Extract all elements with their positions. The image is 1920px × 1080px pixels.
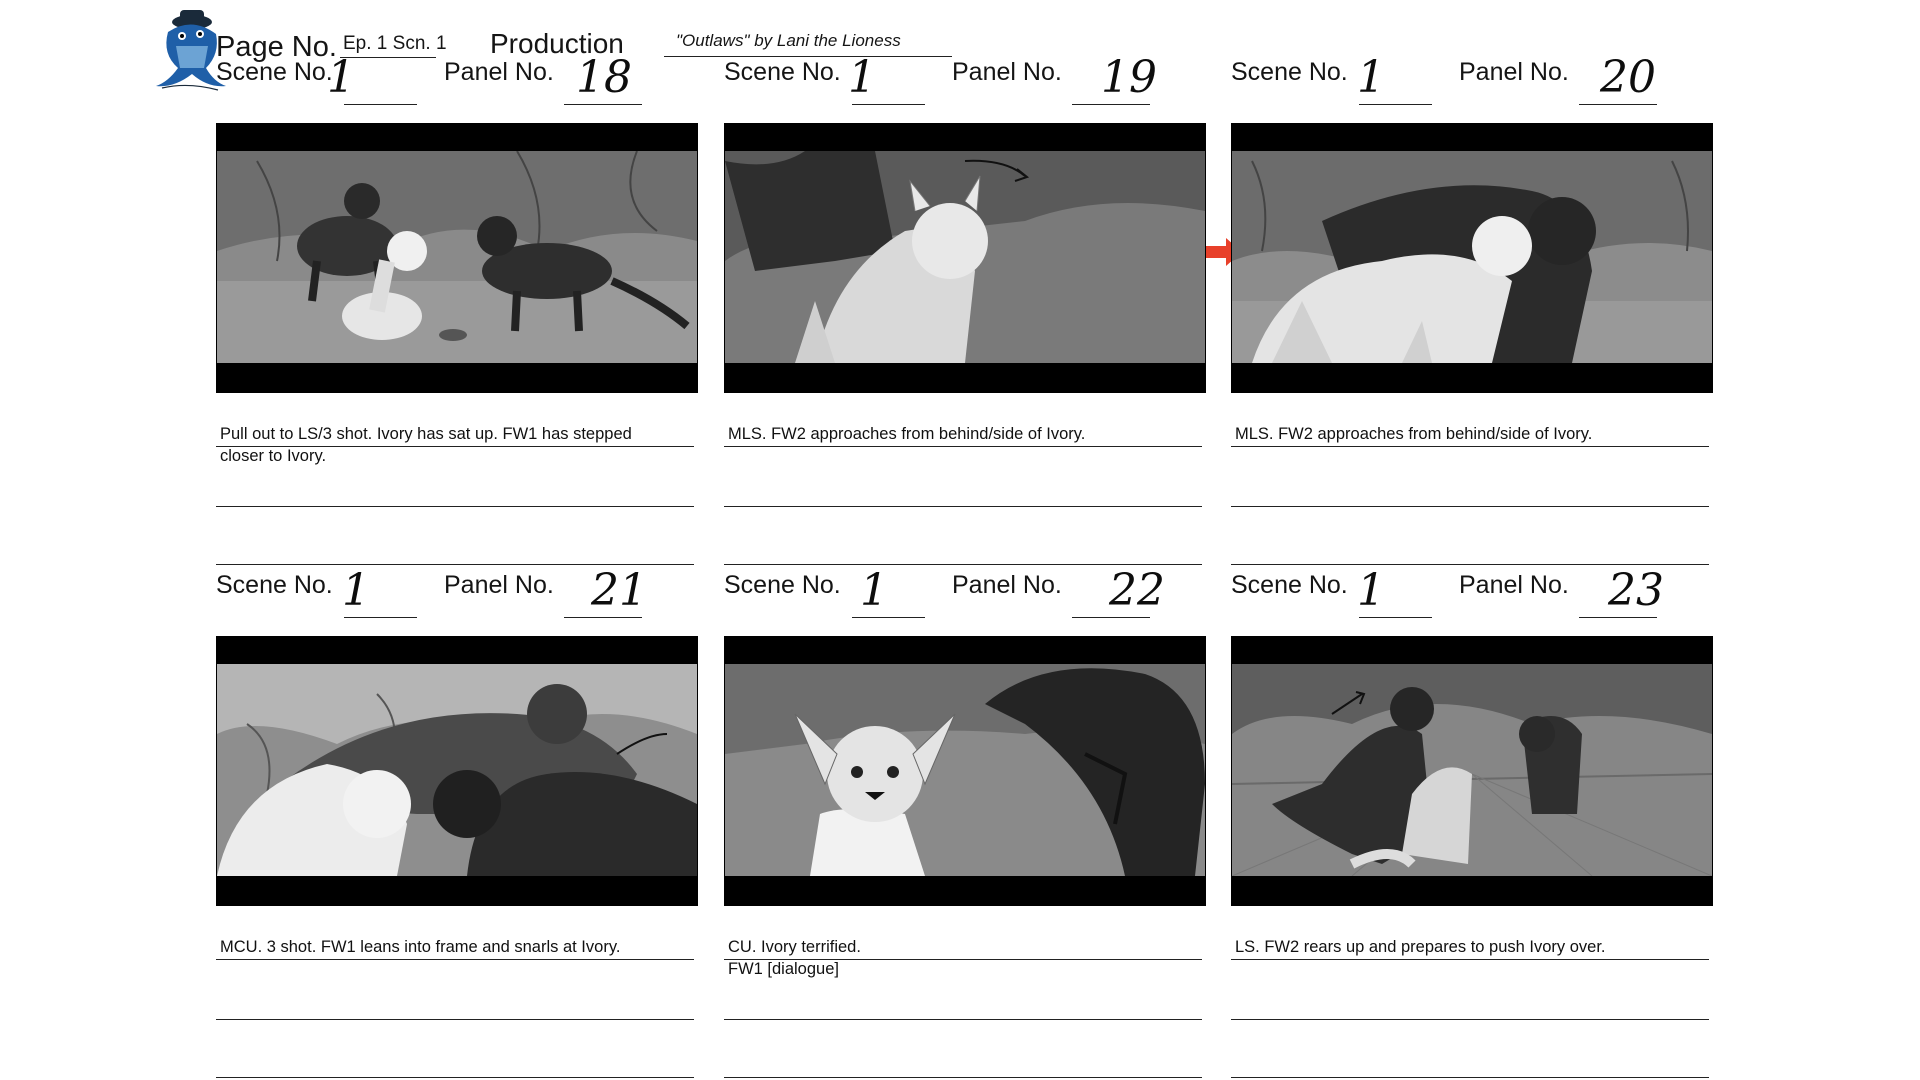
panel-frame xyxy=(216,636,698,906)
scene-no-label: Scene No. xyxy=(1231,58,1348,86)
panel-no-underline xyxy=(1579,617,1657,618)
panel-no-value: 22 xyxy=(1109,565,1165,616)
scene-no-label: Scene No. xyxy=(216,571,333,599)
description-line-1: CU. Ivory terrified. xyxy=(728,938,861,956)
panel-frame xyxy=(216,123,698,393)
description-rule xyxy=(1231,1077,1709,1078)
panel-frame xyxy=(1231,636,1713,906)
scene-no-label: Scene No. xyxy=(724,571,841,599)
panel-frame xyxy=(724,123,1206,393)
storyboard-panel: Scene No. 1 Panel No. 21 MCU. 3 shot. FW… xyxy=(216,513,700,1078)
panel-artwork xyxy=(725,664,1205,876)
description-line-1: MLS. FW2 approaches from behind/side of … xyxy=(1235,425,1593,443)
storyboard-panel: Scene No. 1 Panel No. 19 MLS. FW2 approa… xyxy=(724,0,1208,565)
description-line-1: LS. FW2 rears up and prepares to push Iv… xyxy=(1235,938,1606,956)
description-rule xyxy=(1231,959,1709,960)
panel-artwork xyxy=(1232,664,1712,876)
scene-no-value: 1 xyxy=(327,52,355,103)
description-rule xyxy=(1231,506,1709,507)
scene-no-underline xyxy=(344,617,417,618)
scene-no-underline xyxy=(344,104,417,105)
panel-no-value: 18 xyxy=(576,52,632,103)
panel-no-underline xyxy=(1072,104,1150,105)
description-rule xyxy=(216,1019,694,1020)
description-rule xyxy=(216,506,694,507)
scene-no-underline xyxy=(852,617,925,618)
description-rule xyxy=(216,1077,694,1078)
description-line-1: MCU. 3 shot. FW1 leans into frame and sn… xyxy=(220,938,621,956)
description-rule xyxy=(724,1019,1202,1020)
description-rule xyxy=(724,446,1202,447)
storyboard-panel: Scene No. 1 Panel No. 23 LS. FW2 rears u… xyxy=(1231,513,1715,1078)
storyboard-panel: Scene No. 1 Panel No. 20 MLS. FW2 approa… xyxy=(1231,0,1715,565)
panel-description: MCU. 3 shot. FW1 leans into frame and sn… xyxy=(220,936,690,958)
scene-no-value: 1 xyxy=(342,565,370,616)
description-line-2: closer to Ivory. xyxy=(220,447,327,465)
panel-no-underline xyxy=(1072,617,1150,618)
description-rule xyxy=(724,1077,1202,1078)
panel-frame xyxy=(1231,123,1713,393)
panel-description: LS. FW2 rears up and prepares to push Iv… xyxy=(1235,936,1705,958)
panel-artwork xyxy=(217,664,697,876)
scene-no-underline xyxy=(852,104,925,105)
panel-description: CU. Ivory terrified. FW1 [dialogue] xyxy=(728,936,1198,980)
description-line-1: MLS. FW2 approaches from behind/side of … xyxy=(728,425,1086,443)
panel-artwork xyxy=(217,151,697,363)
description-line-1: Pull out to LS/3 shot. Ivory has sat up.… xyxy=(220,425,632,443)
panel-no-underline xyxy=(564,104,642,105)
description-rule xyxy=(1231,446,1709,447)
description-rule xyxy=(724,506,1202,507)
panel-no-value: 21 xyxy=(591,565,647,616)
panel-no-label: Panel No. xyxy=(1459,58,1569,86)
panel-description: Pull out to LS/3 shot. Ivory has sat up.… xyxy=(220,423,690,467)
panel-description: MLS. FW2 approaches from behind/side of … xyxy=(1235,423,1705,445)
scene-no-value: 1 xyxy=(1357,52,1385,103)
scene-no-label: Scene No. xyxy=(1231,571,1348,599)
scene-no-underline xyxy=(1359,104,1432,105)
scene-no-value: 1 xyxy=(860,565,888,616)
storyboard-panel: Scene No. 1 Panel No. 22 CU. Ivory terri… xyxy=(724,513,1208,1078)
panel-no-value: 20 xyxy=(1600,52,1656,103)
description-rule xyxy=(216,446,694,447)
description-rule xyxy=(216,959,694,960)
panel-no-label: Panel No. xyxy=(952,571,1062,599)
panel-no-label: Panel No. xyxy=(444,571,554,599)
description-line-2: FW1 [dialogue] xyxy=(728,960,839,978)
panel-frame xyxy=(724,636,1206,906)
panel-no-label: Panel No. xyxy=(952,58,1062,86)
scene-no-underline xyxy=(1359,617,1432,618)
panel-artwork xyxy=(725,151,1205,363)
description-rule xyxy=(724,959,1202,960)
description-rule xyxy=(1231,1019,1709,1020)
panel-no-underline xyxy=(564,617,642,618)
panel-no-label: Panel No. xyxy=(1459,571,1569,599)
panel-no-underline xyxy=(1579,104,1657,105)
scene-no-value: 1 xyxy=(1357,565,1385,616)
storyboard-page: Page No. Ep. 1 Scn. 1 Production "Outlaw… xyxy=(0,0,1920,1080)
panel-no-value: 23 xyxy=(1608,565,1664,616)
panel-no-value: 19 xyxy=(1101,52,1157,103)
panel-no-label: Panel No. xyxy=(444,58,554,86)
scene-no-value: 1 xyxy=(848,52,876,103)
panel-artwork xyxy=(1232,151,1712,363)
storyboard-panel: Scene No. 1 Panel No. 18 Pull out to LS/… xyxy=(216,0,700,565)
scene-no-label: Scene No. xyxy=(724,58,841,86)
panel-description: MLS. FW2 approaches from behind/side of … xyxy=(728,423,1198,445)
